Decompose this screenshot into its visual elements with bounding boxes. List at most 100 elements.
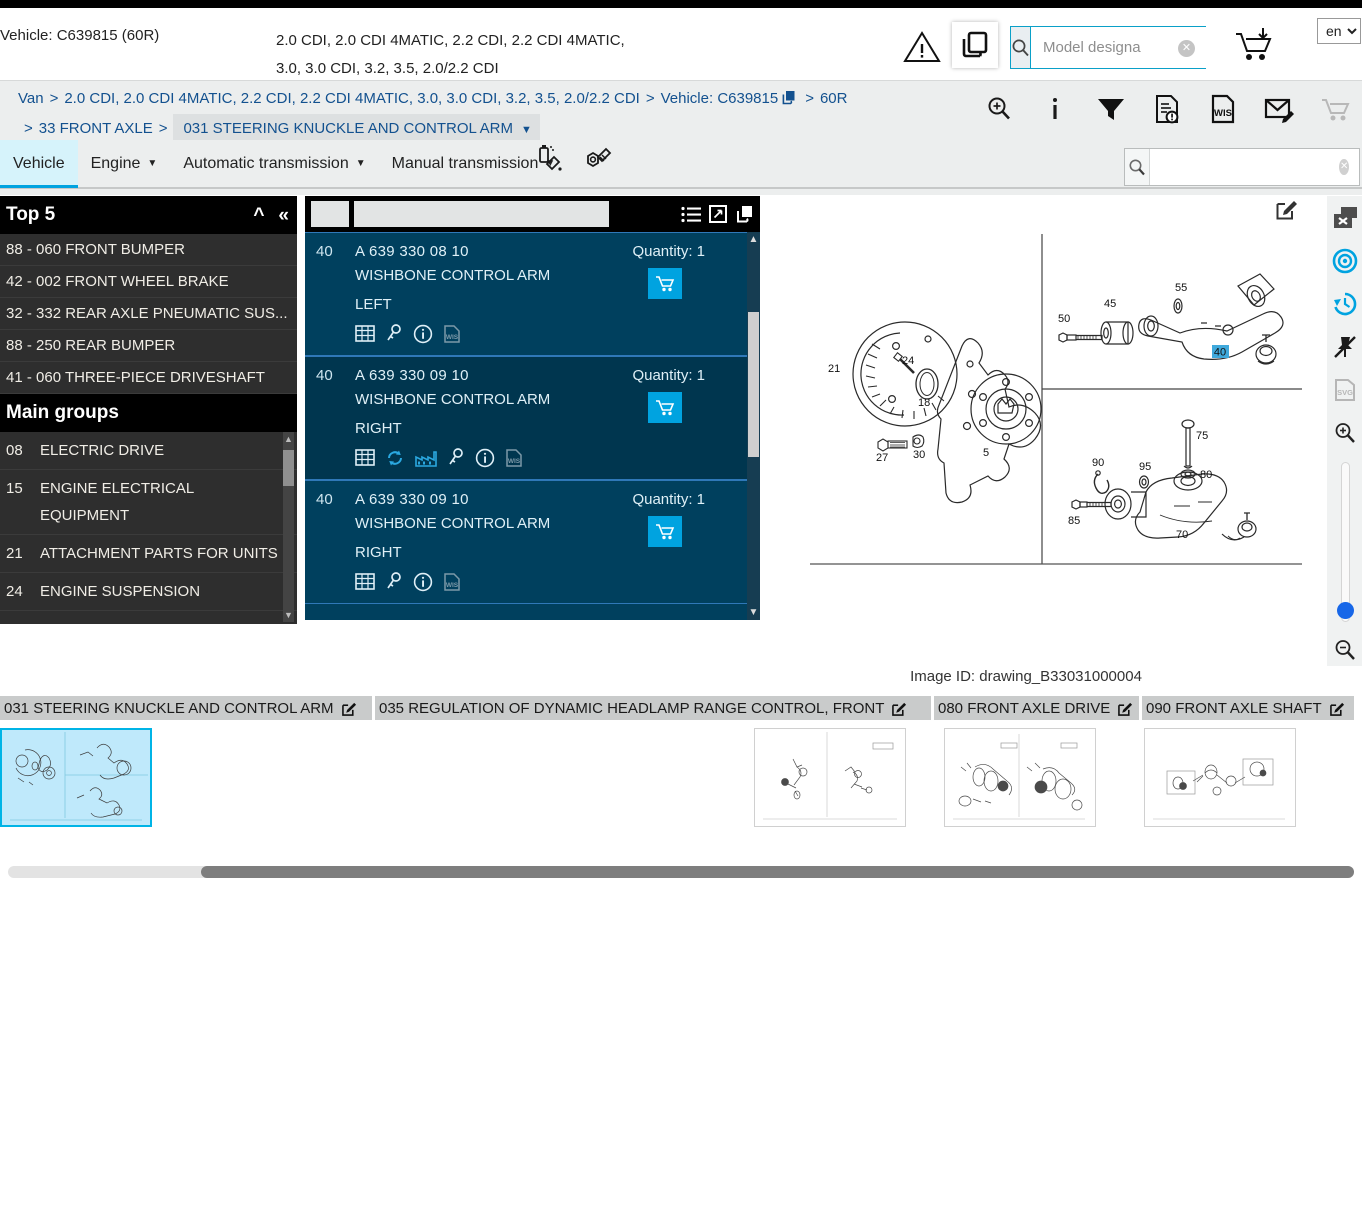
scroll-up-arrow-icon[interactable]: ▲: [747, 232, 760, 247]
target-icon[interactable]: [1329, 245, 1360, 276]
scroll-down-arrow-icon[interactable]: ▼: [747, 605, 760, 620]
parts-row[interactable]: 40 A 639 330 09 10 WISHBONE CONTROL ARM …: [305, 480, 760, 604]
mail-edit-icon[interactable]: [1262, 89, 1296, 129]
chevron-up-icon[interactable]: ^: [253, 206, 264, 225]
scroll-down-arrow-icon[interactable]: ▼: [283, 608, 294, 622]
scrollbar-thumb[interactable]: [201, 866, 1354, 878]
copy-icon[interactable]: [735, 205, 754, 224]
key-icon[interactable]: [447, 448, 465, 468]
edit-icon[interactable]: [341, 701, 357, 716]
zoom-in-icon[interactable]: [1329, 417, 1360, 448]
wis-icon[interactable]: WIS: [505, 448, 523, 468]
list-view-icon[interactable]: [681, 206, 701, 223]
warning-triangle-icon[interactable]: [902, 30, 942, 64]
scrollbar-thumb[interactable]: [283, 450, 294, 486]
refresh-icon[interactable]: [385, 448, 405, 468]
parts-filter-input[interactable]: [354, 201, 609, 227]
thumbnail-title-035[interactable]: 035 REGULATION OF DYNAMIC HEADLAMP RANGE…: [375, 696, 934, 720]
bolt-nut-icon[interactable]: [580, 144, 612, 176]
cart-add-icon[interactable]: [1232, 26, 1276, 66]
search-icon[interactable]: [1125, 149, 1151, 185]
parts-search[interactable]: ✕: [1124, 148, 1360, 186]
key-icon[interactable]: [385, 572, 403, 592]
wis-icon[interactable]: WIS: [443, 572, 461, 592]
svg-icon[interactable]: SVG: [1329, 374, 1360, 405]
filter-icon[interactable]: [1094, 89, 1128, 129]
top5-item-1[interactable]: 42 - 002 FRONT WHEEL BRAKE: [0, 266, 297, 298]
exploded-parts-drawing[interactable]: 21 24 18 27 30 5 50 45 55 40 90 95 75 80…: [810, 234, 1302, 589]
top5-item-4[interactable]: 41 - 060 THREE-PIECE DRIVESHAFT: [0, 362, 297, 394]
add-to-cart-button[interactable]: [648, 268, 682, 299]
main-group-row[interactable]: 24 ENGINE SUSPENSION: [0, 573, 297, 611]
main-group-row[interactable]: 21 ATTACHMENT PARTS FOR UNITS: [0, 535, 297, 573]
zoom-slider-track[interactable]: [1340, 462, 1350, 622]
edit-icon[interactable]: [1118, 701, 1133, 716]
tab-engine[interactable]: Engine ▼: [78, 140, 171, 187]
cart-icon[interactable]: [1318, 89, 1352, 129]
scroll-up-arrow-icon[interactable]: ▲: [283, 432, 294, 446]
breadcrumb-item-van[interactable]: Van: [18, 90, 44, 107]
factory-icon[interactable]: [415, 449, 437, 467]
horizontal-scrollbar[interactable]: [8, 866, 1354, 878]
zoom-in-icon[interactable]: [982, 89, 1016, 129]
main-group-row[interactable]: 08 ELECTRIC DRIVE: [0, 432, 297, 470]
model-search[interactable]: ✕: [1010, 26, 1242, 69]
tab-vehicle[interactable]: Vehicle: [0, 140, 78, 188]
clear-icon[interactable]: ✕: [1339, 159, 1349, 175]
top5-item-0[interactable]: 88 - 060 FRONT BUMPER: [0, 234, 297, 266]
wis-icon[interactable]: WIS: [443, 324, 461, 344]
history-icon[interactable]: [1329, 288, 1360, 319]
unpin-icon[interactable]: [1329, 331, 1360, 362]
edit-icon[interactable]: [892, 701, 907, 716]
breadcrumb-item-60r[interactable]: 60R: [820, 90, 848, 107]
parts-filter-box[interactable]: [311, 201, 349, 227]
breadcrumb-item-front-axle[interactable]: 33 FRONT AXLE: [39, 120, 153, 137]
copy-button[interactable]: [952, 22, 998, 68]
sidebar-scrollbar[interactable]: ▲ ▼: [283, 432, 294, 622]
add-to-cart-button[interactable]: [648, 516, 682, 547]
zoom-out-icon[interactable]: [1329, 634, 1360, 665]
top5-item-3[interactable]: 88 - 250 REAR BUMPER: [0, 330, 297, 362]
model-search-input[interactable]: [1031, 27, 1242, 68]
table-icon[interactable]: [355, 448, 375, 468]
document-alert-icon[interactable]: [1150, 89, 1184, 129]
info-icon[interactable]: [413, 324, 433, 344]
tab-automatic-transmission[interactable]: Automatic transmission ▼: [170, 140, 378, 187]
paint-spray-icon[interactable]: [534, 144, 564, 176]
close-window-icon[interactable]: [1329, 202, 1360, 233]
zoom-slider-handle[interactable]: [1336, 602, 1354, 619]
thumbnail-card-031[interactable]: [0, 728, 152, 827]
key-icon[interactable]: [385, 324, 403, 344]
info-icon[interactable]: [475, 448, 495, 468]
copy-icon[interactable]: [781, 90, 796, 105]
info-icon[interactable]: [413, 572, 433, 592]
expand-icon[interactable]: [709, 205, 727, 223]
breadcrumb-item-vehicle[interactable]: Vehicle: C639815: [661, 90, 779, 107]
top5-item-2[interactable]: 32 - 332 REAR AXLE PNEUMATIC SUS...: [0, 298, 297, 330]
clear-icon[interactable]: ✕: [1178, 40, 1195, 57]
info-icon[interactable]: [1038, 89, 1072, 129]
double-chevron-left-icon[interactable]: «: [278, 206, 289, 225]
edit-icon[interactable]: [1329, 701, 1345, 716]
thumbnail-title-090[interactable]: 090 FRONT AXLE SHAFT: [1142, 696, 1354, 720]
search-icon[interactable]: [1011, 27, 1031, 68]
table-icon[interactable]: [355, 572, 375, 592]
parts-search-input[interactable]: [1150, 149, 1340, 185]
add-to-cart-button[interactable]: [648, 392, 682, 423]
table-icon[interactable]: [355, 324, 375, 344]
thumbnail-title-080[interactable]: 080 FRONT AXLE DRIVE: [934, 696, 1142, 720]
parts-scrollbar[interactable]: ▲ ▼: [747, 232, 760, 620]
thumbnail-card-080[interactable]: [944, 728, 1096, 827]
parts-row[interactable]: 40 A 639 330 09 10 WISHBONE CONTROL ARM …: [305, 356, 760, 480]
scrollbar-thumb[interactable]: [748, 312, 759, 457]
main-group-row[interactable]: 15 ENGINE ELECTRICAL EQUIPMENT: [0, 470, 297, 535]
wis-document-icon[interactable]: WIS: [1206, 89, 1240, 129]
language-select[interactable]: en: [1317, 18, 1361, 44]
thumbnail-title-031[interactable]: 031 STEERING KNUCKLE AND CONTROL ARM: [0, 696, 375, 720]
zoom-slider[interactable]: [1336, 462, 1354, 622]
thumbnail-card-090[interactable]: [1144, 728, 1296, 827]
breadcrumb-item-models[interactable]: 2.0 CDI, 2.0 CDI 4MATIC, 2.2 CDI, 2.2 CD…: [64, 90, 640, 107]
thumbnail-card-035[interactable]: [754, 728, 906, 827]
parts-row[interactable]: 40 A 639 330 08 10 WISHBONE CONTROL ARM …: [305, 232, 760, 356]
edit-icon[interactable]: [1276, 198, 1298, 220]
